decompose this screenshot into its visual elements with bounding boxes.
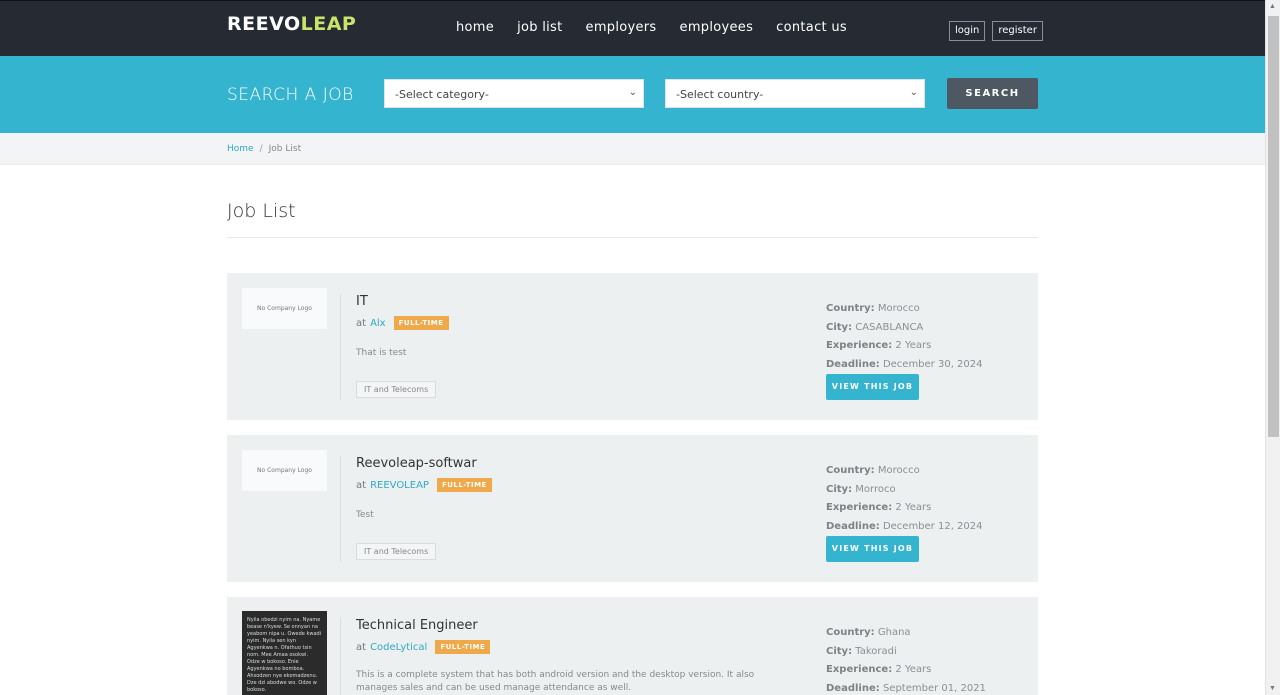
logo-text-right: LEAP bbox=[300, 13, 357, 35]
job-meta: Country: Ghana City: Takoradi Experience… bbox=[826, 624, 986, 695]
nav-employees[interactable]: employees bbox=[680, 20, 754, 35]
search-title: SEARCH A JOB bbox=[227, 85, 354, 105]
nav-contact-us[interactable]: contact us bbox=[776, 20, 847, 35]
job-description: That is test bbox=[356, 348, 407, 358]
country-value: Morocco bbox=[877, 303, 920, 314]
breadcrumb-separator: / bbox=[259, 144, 263, 154]
deadline-label: Deadline: bbox=[826, 682, 880, 694]
at-label: at bbox=[356, 479, 367, 491]
company-logo-placeholder: No Company Logo bbox=[242, 450, 327, 491]
job-meta: Country: Morocco City: Morroco Experienc… bbox=[826, 462, 983, 536]
experience-label: Experience: bbox=[826, 502, 893, 513]
category-tag[interactable]: IT and Telecoms bbox=[356, 381, 437, 398]
view-job-button[interactable]: VIEW THIS JOB bbox=[826, 374, 919, 400]
city-value: Takoradi bbox=[855, 645, 897, 657]
job-type-badge: FULL-TIME bbox=[393, 316, 449, 330]
title-divider bbox=[227, 237, 1038, 238]
site-logo[interactable]: REEVOLEAP bbox=[227, 13, 356, 35]
at-label: at bbox=[356, 317, 367, 329]
job-card: No Company Logo Reevoleap-softwar at REE… bbox=[227, 435, 1038, 582]
category-select[interactable]: -Select category- ⌄ bbox=[384, 79, 644, 108]
job-description: Test bbox=[356, 510, 374, 520]
deadline-value: December 12, 2024 bbox=[882, 520, 983, 532]
job-type-badge: FULL-TIME bbox=[436, 478, 492, 492]
country-value: Morocco bbox=[877, 465, 920, 476]
nav-job-list[interactable]: job list bbox=[517, 20, 562, 35]
company-line: at REEVOLEAP FULL-TIME bbox=[356, 478, 492, 492]
company-line: at CodeLytical FULL-TIME bbox=[356, 640, 491, 654]
country-label: Country: bbox=[826, 627, 875, 638]
scroll-up-arrow-icon[interactable]: ▲ bbox=[1269, 3, 1276, 10]
at-label: at bbox=[356, 641, 367, 653]
login-button[interactable]: login bbox=[949, 21, 986, 41]
job-title[interactable]: IT bbox=[356, 294, 368, 309]
deadline-value: December 30, 2024 bbox=[882, 358, 983, 370]
country-label: Country: bbox=[826, 465, 875, 476]
deadline-value: September 01, 2021 bbox=[882, 682, 986, 694]
job-title[interactable]: Technical Engineer bbox=[356, 618, 478, 633]
breadcrumb-home[interactable]: Home bbox=[227, 144, 254, 154]
country-label: Country: bbox=[826, 303, 875, 314]
experience-label: Experience: bbox=[826, 664, 893, 675]
card-divider bbox=[340, 456, 341, 562]
logo-text-left: REEVO bbox=[227, 13, 301, 35]
register-button[interactable]: register bbox=[992, 21, 1043, 41]
city-value: CASABLANCA bbox=[855, 321, 924, 333]
company-link[interactable]: REEVOLEAP bbox=[370, 480, 429, 491]
job-card: No Company Logo IT at Alx FULL-TIME That… bbox=[227, 273, 1038, 420]
scroll-down-arrow-icon[interactable]: ▼ bbox=[1269, 685, 1276, 692]
nav-employers[interactable]: employers bbox=[586, 20, 657, 35]
experience-value: 2 Years bbox=[895, 664, 932, 675]
job-title[interactable]: Reevoleap-softwar bbox=[356, 456, 477, 471]
job-type-badge: FULL-TIME bbox=[435, 640, 491, 654]
company-line: at Alx FULL-TIME bbox=[356, 316, 449, 330]
company-link[interactable]: CodeLytical bbox=[370, 642, 427, 653]
scrollbar-thumb[interactable] bbox=[1268, 16, 1279, 437]
category-select-value: -Select category- bbox=[395, 88, 489, 101]
company-logo-placeholder: No Company Logo bbox=[242, 288, 327, 329]
experience-label: Experience: bbox=[826, 340, 893, 351]
company-link[interactable]: Alx bbox=[370, 318, 386, 329]
country-value: Ghana bbox=[877, 627, 911, 638]
page-title: Job List bbox=[227, 200, 296, 222]
card-divider bbox=[340, 618, 341, 695]
job-meta: Country: Morocco City: CASABLANCA Experi… bbox=[826, 300, 983, 374]
country-select[interactable]: -Select country- ⌄ bbox=[665, 79, 925, 108]
search-button[interactable]: SEARCH bbox=[947, 78, 1038, 109]
city-label: City: bbox=[826, 645, 853, 657]
job-description: This is a complete system that has both … bbox=[356, 670, 755, 693]
card-divider bbox=[340, 294, 341, 400]
job-card: Nyila obedzi nyim na. Nyame bease n'kyew… bbox=[227, 597, 1038, 695]
breadcrumb: Home / Job List bbox=[227, 144, 301, 154]
chevron-down-icon: ⌄ bbox=[628, 87, 637, 98]
city-label: City: bbox=[826, 483, 853, 495]
country-select-value: -Select country- bbox=[676, 88, 764, 101]
main-nav: home job list employers employees contac… bbox=[456, 20, 847, 35]
city-value: Morroco bbox=[855, 483, 896, 495]
experience-value: 2 Years bbox=[895, 502, 932, 513]
breadcrumb-current: Job List bbox=[268, 144, 302, 154]
category-tag[interactable]: IT and Telecoms bbox=[356, 543, 437, 560]
page-scrollbar[interactable]: ▲ ▼ bbox=[1265, 0, 1280, 695]
deadline-label: Deadline: bbox=[826, 358, 880, 370]
view-job-button[interactable]: VIEW THIS JOB bbox=[826, 536, 919, 562]
search-band: SEARCH A JOB -Select category- ⌄ -Select… bbox=[0, 56, 1265, 133]
experience-value: 2 Years bbox=[895, 340, 932, 351]
nav-home[interactable]: home bbox=[456, 20, 494, 35]
auth-links: login register bbox=[949, 21, 1043, 41]
company-logo: Nyila obedzi nyim na. Nyame bease n'kyew… bbox=[242, 611, 327, 695]
chevron-down-icon: ⌄ bbox=[909, 87, 918, 98]
top-navbar: REEVOLEAP home job list employers employ… bbox=[0, 0, 1265, 56]
city-label: City: bbox=[826, 321, 853, 333]
breadcrumb-bar: Home / Job List bbox=[0, 133, 1265, 165]
deadline-label: Deadline: bbox=[826, 520, 880, 532]
